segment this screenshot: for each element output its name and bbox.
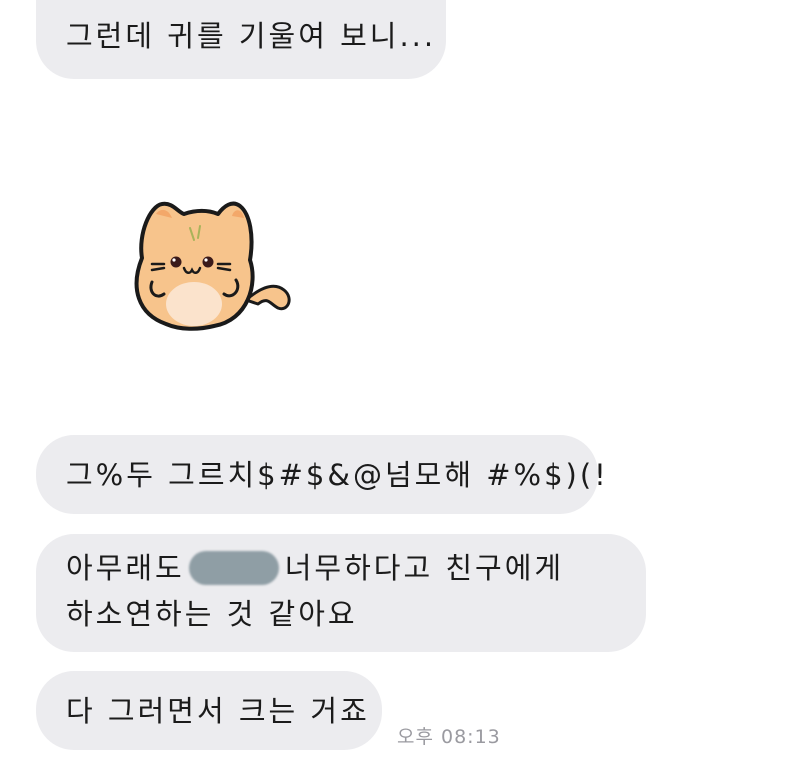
message-bubble[interactable]: 그런데 귀를 기울여 보니... [36, 0, 446, 79]
message-text: 너무하다고 친구에게 [284, 551, 565, 585]
message-bubble[interactable]: 그%두 그르치$#$&@넘모해 #%$)(! [36, 435, 606, 514]
message-bubble[interactable]: 아무래도 너무하다고 친구에게 하소연하는 것 같아요 [36, 534, 646, 652]
message-text: 그%두 그르치$#$&@넘모해 #%$)(! [66, 458, 609, 492]
message-text: 다 그러면서 크는 거죠 [66, 694, 370, 728]
message-timestamp: 오후 08:13 [397, 726, 501, 748]
message-text: 아무래도 [66, 551, 185, 585]
redacted-name-blur [188, 551, 279, 585]
message-text: 그런데 귀를 기울여 보니... [66, 19, 437, 53]
orange-cat-sticker[interactable] [128, 196, 298, 336]
message-line: 하소연하는 것 같아요 [66, 597, 358, 631]
message-line: 아무래도 너무하다고 친구에게 [66, 545, 646, 591]
message-bubble[interactable]: 다 그러면서 크는 거죠 [36, 671, 382, 750]
chat-thread: 그런데 귀를 기울여 보니... 그%두 그르치$#$&@넘모해 #%$)(! … [0, 0, 800, 768]
